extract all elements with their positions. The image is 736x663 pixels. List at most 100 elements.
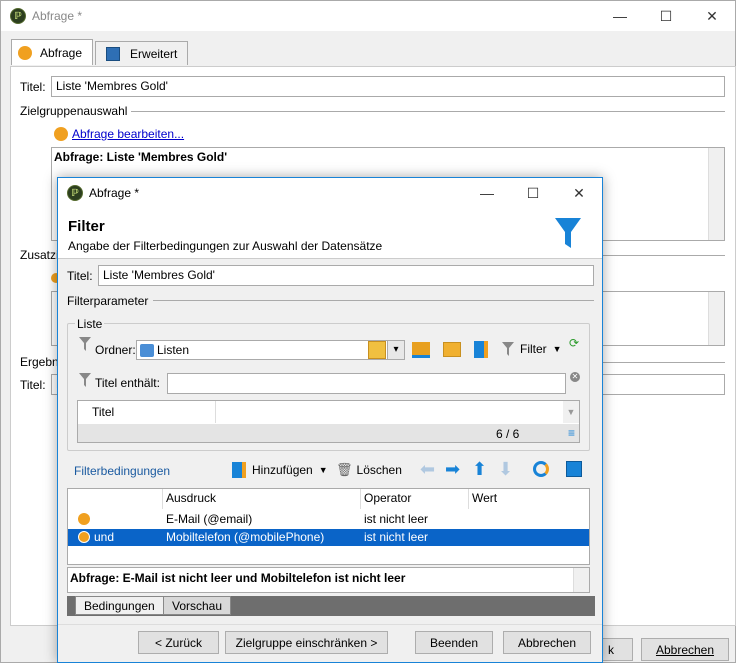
extra-section-label: Zusatzi <box>20 248 59 262</box>
condition-row[interactable]: und Mobiltelefon (@mobilePhone) ist nich… <box>68 529 589 546</box>
main-cancel-label: Abbrechen <box>655 642 715 657</box>
folder-browse-icon[interactable] <box>368 341 386 359</box>
tab-erweitert[interactable]: Erweitert <box>95 41 189 65</box>
dialog-subheading: Angabe der Filterbedingungen zur Auswahl… <box>68 239 383 253</box>
dialog-close-button[interactable]: ✕ <box>556 178 602 208</box>
maximize-button[interactable]: ☐ <box>643 1 689 31</box>
folder-value: Listen <box>157 343 190 357</box>
folder-up-icon[interactable] <box>412 342 430 358</box>
header-divider <box>58 258 602 259</box>
finish-button[interactable]: Beenden <box>415 631 493 654</box>
arrow-down-icon[interactable]: ⬇ <box>498 459 513 480</box>
title-contains-input[interactable] <box>167 373 566 394</box>
list-grid-footer: 6 / 6 ≡ <box>78 424 579 442</box>
arrow-left-icon[interactable]: ⬅ <box>420 459 435 480</box>
summary-text: Abfrage: E-Mail ist nicht leer und Mobil… <box>70 571 406 585</box>
refresh-icon[interactable]: ⟳ <box>569 336 579 350</box>
dialog-minimize-button[interactable]: — <box>464 178 510 208</box>
cancel-button[interactable]: Abbrechen <box>503 631 591 654</box>
clear-filter-icon[interactable]: ✕ <box>570 372 580 382</box>
title-input[interactable]: Liste 'Membres Gold' <box>51 76 725 97</box>
distribution-icon[interactable] <box>533 461 549 477</box>
close-button[interactable]: ✕ <box>689 1 735 31</box>
tab-bedingungen-label: Bedingungen <box>84 598 155 613</box>
condition-prefix: und <box>94 530 115 544</box>
tab-abfrage[interactable]: Abfrage <box>11 39 94 65</box>
summary-scrollbar[interactable] <box>573 568 589 592</box>
main-tabs: Abfrage Erweitert <box>11 39 190 65</box>
query-summary-text: Abfrage: Liste 'Membres Gold' <box>54 150 228 164</box>
dialog-titlebar: ℙ Abfrage * — ☐ ✕ <box>58 178 602 208</box>
dialog-title-input[interactable]: Liste 'Membres Gold' <box>98 265 594 286</box>
condition-operator: ist nicht leer <box>364 530 429 544</box>
filter-menu-button[interactable]: Filter ▼ <box>502 342 562 356</box>
folder-dropdown-button[interactable]: ▾ <box>387 340 405 360</box>
minimize-button[interactable]: — <box>597 1 643 31</box>
list-menu-icon[interactable]: ≡ <box>568 426 575 440</box>
title-label: Titel: <box>20 80 46 94</box>
filter-dialog: ℙ Abfrage * — ☐ ✕ Filter Angabe der Filt… <box>57 177 603 663</box>
list-grid-scrollbar[interactable]: ▼ <box>563 401 579 423</box>
add-button-label: Hinzufügen <box>252 463 313 477</box>
main-window-title: Abfrage * <box>32 9 83 23</box>
app-logo-icon: ℙ <box>10 8 26 24</box>
tab-bedingungen[interactable]: Bedingungen <box>75 596 164 615</box>
new-list-icon[interactable] <box>474 341 488 358</box>
extra-scrollbar[interactable] <box>708 292 724 345</box>
delete-condition-button[interactable]: 🗑 Löschen <box>336 462 402 478</box>
open-folder-icon[interactable] <box>443 342 461 357</box>
dialog-title-label: Titel: <box>67 269 93 283</box>
folder-label: Ordner: <box>95 343 136 357</box>
query-icon <box>18 45 32 60</box>
footer-divider <box>58 624 602 625</box>
main-titlebar: ℙ Abfrage * — ☐ ✕ <box>1 1 735 31</box>
dialog-maximize-button[interactable]: ☐ <box>510 178 556 208</box>
filter-small-icon <box>502 342 514 356</box>
dialog-heading: Filter <box>68 218 105 235</box>
bottom-tabbar: Bedingungen Vorschau <box>67 596 595 616</box>
condition-and-icon <box>78 531 90 543</box>
query-summary-scrollbar[interactable] <box>708 148 724 240</box>
filter-funnel-icon <box>555 218 581 248</box>
grid-header-value[interactable]: Wert <box>469 489 589 509</box>
arrow-right-icon[interactable]: ➡ <box>445 459 460 480</box>
tab-vorschau-label: Vorschau <box>172 598 223 613</box>
result-separator <box>601 362 725 363</box>
tab-vorschau[interactable]: Vorschau <box>163 596 232 615</box>
filter-menu-label: Filter <box>520 342 547 356</box>
arrow-up-icon[interactable]: ⬆ <box>472 459 487 480</box>
target-section-label: Zielgruppenauswahl <box>20 104 128 118</box>
clipboard-icon <box>106 46 121 61</box>
save-icon[interactable] <box>566 461 582 477</box>
folder-input[interactable]: Listen <box>136 340 405 360</box>
grid-header-prefix <box>68 489 163 509</box>
add-dropdown-icon: ▼ <box>318 465 328 475</box>
grid-header-operator[interactable]: Operator <box>361 489 469 509</box>
condition-icon <box>78 513 90 525</box>
extra-separator <box>601 255 725 256</box>
folder-filter-icon <box>79 337 91 351</box>
grid-header-expression[interactable]: Ausdruck <box>163 489 361 509</box>
back-button[interactable]: < Zurück <box>138 631 219 654</box>
list-group-label: Liste <box>75 317 105 331</box>
title-filter-icon <box>79 373 91 387</box>
edit-query-link[interactable]: Abfrage bearbeiten... <box>72 127 184 141</box>
conditions-grid: Ausdruck Operator Wert E-Mail (@email) i… <box>67 488 590 565</box>
restrict-target-button[interactable]: Zielgruppe einschränken > <box>225 631 388 654</box>
summary-box: Abfrage: E-Mail ist nicht leer und Mobil… <box>67 567 590 593</box>
result-title-label: Titel: <box>20 378 46 392</box>
condition-row[interactable]: E-Mail (@email) ist nicht leer <box>68 511 589 528</box>
list-column-title: Titel <box>92 405 115 419</box>
dialog-title: Abfrage * <box>89 186 140 200</box>
filter-dropdown-icon: ▼ <box>552 344 562 354</box>
condition-expression: Mobiltelefon (@mobilePhone) <box>166 530 325 544</box>
list-grid-header: Titel <box>78 401 216 423</box>
result-section-label: Ergebn <box>20 355 59 369</box>
main-cancel-button[interactable]: Abbrechen <box>641 638 729 661</box>
title-contains-label: Titel enthält: <box>95 376 160 390</box>
list-count: 6 / 6 <box>496 427 520 441</box>
condition-expression: E-Mail (@email) <box>166 512 253 526</box>
folder-list-icon <box>140 344 154 357</box>
add-condition-button[interactable]: Hinzufügen ▼ <box>232 462 328 478</box>
dialog-header: Filter Angabe der Filterbedingungen zur … <box>58 208 602 258</box>
